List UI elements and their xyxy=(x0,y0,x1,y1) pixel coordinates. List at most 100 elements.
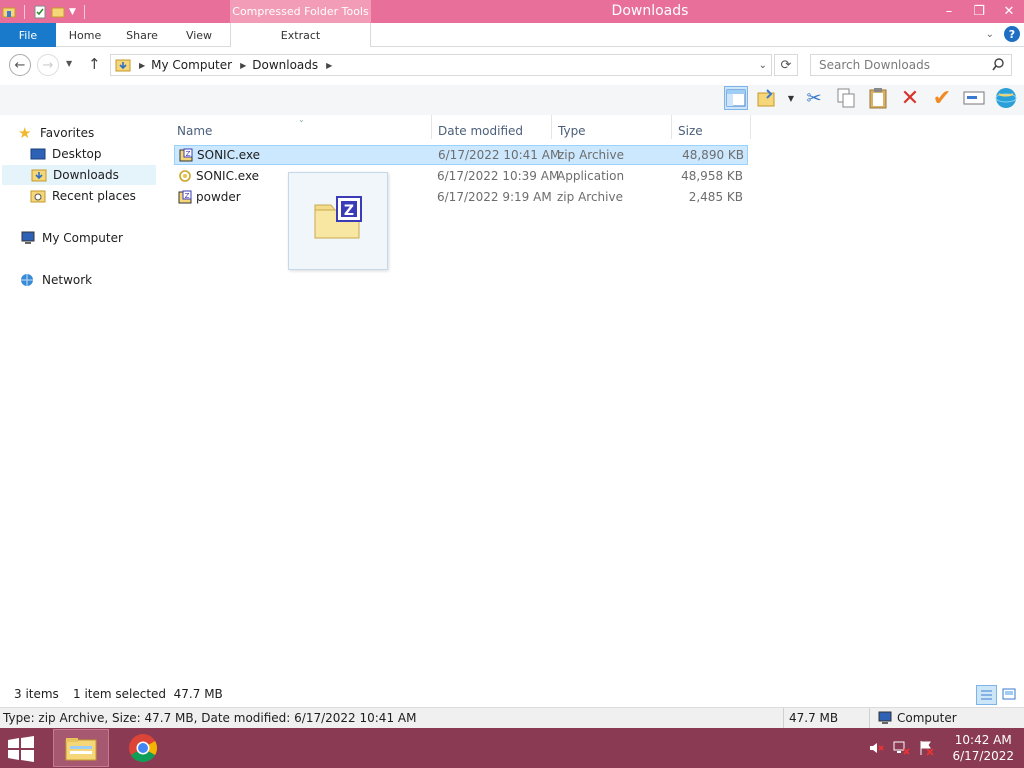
drag-preview: Z xyxy=(288,172,388,270)
close-button[interactable]: ✕ xyxy=(994,0,1024,22)
delete-icon[interactable]: ✕ xyxy=(898,86,922,111)
column-separator[interactable] xyxy=(551,115,552,139)
paste-icon[interactable] xyxy=(866,86,890,110)
qat-dropdown-icon[interactable]: ▼ xyxy=(69,7,76,17)
ribbon-tabs: File Home Share View Extract ⌄ ? xyxy=(0,23,1024,47)
column-separator[interactable] xyxy=(750,115,751,139)
refresh-icon[interactable]: ⟳ xyxy=(774,54,798,76)
nav-network[interactable]: Network xyxy=(20,270,156,290)
column-size[interactable]: Size xyxy=(678,121,703,141)
nav-my-computer[interactable]: My Computer xyxy=(20,228,156,248)
address-field[interactable]: ▶ My Computer ▶ Downloads ▶ ⌄ xyxy=(110,54,772,76)
status-bar: 3 items 1 item selected 47.7 MB xyxy=(0,685,1024,707)
globe-icon[interactable] xyxy=(994,86,1018,110)
search-input[interactable]: Search Downloads xyxy=(810,54,1012,76)
breadcrumb-chevron-icon[interactable]: ▶ xyxy=(240,61,246,70)
application-icon xyxy=(179,170,191,182)
recent-locations-chevron-icon[interactable]: ▼ xyxy=(66,59,72,68)
taskbar-clock[interactable]: 10:42 AM 6/17/2022 xyxy=(952,732,1014,764)
properties-icon[interactable] xyxy=(33,5,47,19)
column-name[interactable]: Name xyxy=(177,121,212,141)
file-row[interactable]: Z SONIC.exe 6/17/2022 10:41 AM zip Archi… xyxy=(174,145,748,165)
desktop-icon xyxy=(30,148,46,160)
recent-places-icon xyxy=(30,190,46,203)
nav-favorites[interactable]: ★ Favorites xyxy=(18,123,174,143)
tab-home[interactable]: Home xyxy=(58,23,112,47)
svg-text:Z: Z xyxy=(186,150,191,158)
qat-separator xyxy=(24,5,25,19)
svg-text:Z: Z xyxy=(185,192,190,200)
contextual-tab-group: Compressed Folder Tools xyxy=(230,0,371,23)
taskbar-file-explorer[interactable] xyxy=(53,729,109,767)
tab-view[interactable]: View xyxy=(172,23,226,47)
volume-muted-icon[interactable] xyxy=(868,740,885,756)
zip-folder-icon: Z xyxy=(314,196,362,239)
column-date-modified[interactable]: Date modified xyxy=(438,121,523,141)
address-bar-row: ← → ▼ ↑ ▶ My Computer ▶ Downloads ▶ ⌄ ⟳ … xyxy=(0,47,1024,85)
window-controls: – ❐ ✕ xyxy=(934,0,1024,22)
tab-share[interactable]: Share xyxy=(114,23,170,47)
details-view-icon[interactable] xyxy=(976,685,997,705)
nav-recent-places[interactable]: Recent places xyxy=(30,186,156,206)
item-count: 3 items xyxy=(14,687,59,701)
file-name: SONIC.exe xyxy=(196,169,260,183)
details-text: Type: zip Archive, Size: 47.7 MB, Date m… xyxy=(3,711,417,725)
maximize-button[interactable]: ❐ xyxy=(964,0,994,22)
copy-icon[interactable] xyxy=(834,86,858,110)
command-toolbar: ▼ ✂ ✕ ✔ xyxy=(0,85,1024,115)
network-status-icon[interactable] xyxy=(892,740,911,756)
move-dropdown-icon[interactable]: ▼ xyxy=(788,94,794,103)
large-icons-view-icon[interactable] xyxy=(1000,685,1020,705)
quick-access-toolbar: ▼ xyxy=(2,3,89,21)
minimize-button[interactable]: – xyxy=(934,0,964,22)
windows-start-icon[interactable] xyxy=(6,736,36,762)
ribbon-right: ⌄ ? xyxy=(986,26,1020,42)
details-location: Computer xyxy=(897,711,957,725)
tab-file[interactable]: File xyxy=(0,23,56,47)
computer-icon xyxy=(21,231,35,244)
selection-info: 1 item selected 47.7 MB xyxy=(73,687,223,701)
breadcrumb-chevron-icon[interactable]: ▶ xyxy=(326,61,332,70)
column-type[interactable]: Type xyxy=(558,121,586,141)
tab-extract[interactable]: Extract xyxy=(230,23,371,47)
chrome-icon xyxy=(129,734,157,762)
new-folder-icon[interactable] xyxy=(51,5,65,19)
nav-desktop[interactable]: Desktop xyxy=(30,144,156,164)
breadcrumb-chevron-icon[interactable]: ▶ xyxy=(139,61,145,70)
network-icon xyxy=(21,274,33,286)
star-icon: ★ xyxy=(18,124,32,142)
details-separator xyxy=(869,708,870,728)
column-separator[interactable] xyxy=(431,115,432,139)
help-icon[interactable]: ? xyxy=(1004,26,1020,42)
expand-ribbon-icon[interactable]: ⌄ xyxy=(986,29,994,40)
file-type: Application xyxy=(557,169,625,183)
file-date: 6/17/2022 10:41 AM xyxy=(438,148,561,162)
file-size: 48,958 KB xyxy=(681,169,743,183)
forward-arrow-icon[interactable]: → xyxy=(37,54,59,76)
qat-separator xyxy=(83,5,85,19)
file-name: SONIC.exe xyxy=(197,148,261,162)
breadcrumb-my-computer[interactable]: My Computer xyxy=(151,58,232,72)
cut-icon[interactable]: ✂ xyxy=(802,86,826,110)
back-arrow-icon[interactable]: ← xyxy=(9,54,31,76)
file-row[interactable]: Z powder 6/17/2022 9:19 AM zip Archive 2… xyxy=(174,188,748,208)
details-bar: Type: zip Archive, Size: 47.7 MB, Date m… xyxy=(0,707,1024,728)
file-size: 48,890 KB xyxy=(682,148,744,162)
downloads-folder-icon xyxy=(31,169,47,182)
breadcrumb-downloads[interactable]: Downloads xyxy=(252,58,318,72)
address-dropdown-icon[interactable]: ⌄ xyxy=(759,60,767,71)
move-to-folder-icon[interactable] xyxy=(756,86,780,110)
checkmark-icon[interactable]: ✔ xyxy=(930,86,954,111)
file-row[interactable]: SONIC.exe 6/17/2022 10:39 AM Application… xyxy=(174,167,748,187)
column-separator[interactable] xyxy=(671,115,672,139)
up-arrow-icon[interactable]: ↑ xyxy=(88,55,101,73)
taskbar-chrome[interactable] xyxy=(115,729,171,767)
search-icon[interactable] xyxy=(992,58,1005,71)
preview-pane-icon[interactable] xyxy=(723,86,748,110)
folder-app-icon[interactable] xyxy=(2,5,16,19)
action-center-flag-icon[interactable] xyxy=(918,740,935,756)
clock-date: 6/17/2022 xyxy=(952,749,1014,763)
nav-downloads[interactable]: Downloads xyxy=(2,165,156,185)
downloads-folder-icon xyxy=(115,59,131,72)
rename-icon[interactable] xyxy=(962,86,986,110)
